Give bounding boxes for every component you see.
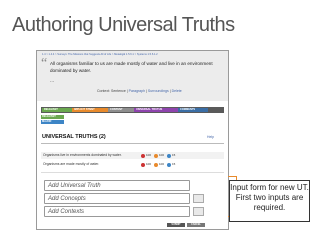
truth-text: Organisms are made mostly of water.: [43, 162, 100, 166]
vote-count: 15: [172, 153, 176, 157]
vote-red-icon[interactable]: [141, 162, 145, 167]
panel-rule: [41, 143, 224, 144]
vote-count: 100: [159, 162, 165, 166]
subtab-relevant[interactable]: RELEVANT: [41, 115, 64, 119]
universal-truth-placeholder: Add Universal Truth: [48, 183, 101, 189]
link-delete[interactable]: Delete: [172, 89, 182, 93]
tab-universal-truths[interactable]: UNIVERSAL TRUTHS: [134, 108, 178, 112]
contexts-placeholder: Add Contexts: [48, 209, 85, 215]
panel-title: UNIVERSAL TRUTHS (2): [42, 134, 106, 140]
universal-truth-input[interactable]: Add Universal Truth: [44, 180, 190, 191]
vote-count: 100: [146, 162, 152, 166]
vote-orange-icon[interactable]: [154, 153, 158, 158]
tab-comments[interactable]: COMMENTS: [178, 108, 208, 112]
breadcrumb[interactable]: 1.4 > 1.4.4 > Surveys: The Missions that…: [42, 53, 158, 56]
callout-note: Input form for new UT. First two inputs …: [229, 180, 310, 222]
quote-icon: “: [41, 56, 48, 71]
cancel-button[interactable]: CANCEL: [187, 223, 205, 227]
subtab-major[interactable]: MAJOR: [41, 120, 64, 124]
submit-button[interactable]: SUBMIT: [167, 223, 185, 227]
concepts-input[interactable]: Add Concepts: [44, 193, 190, 204]
truth-row[interactable]: Organisms live in environments dominated…: [41, 152, 224, 159]
tab-content[interactable]: CONTENT: [108, 108, 134, 112]
tab-relevant[interactable]: RELEVANT: [42, 108, 72, 112]
concepts-placeholder: Add Concepts: [48, 196, 86, 202]
vote-orange-icon[interactable]: [154, 162, 158, 167]
contexts-input[interactable]: Add Contexts: [44, 206, 190, 217]
ellipsis: ...: [50, 78, 55, 84]
vote-count: 100: [159, 153, 165, 157]
vote-blue-icon[interactable]: [167, 162, 171, 167]
context-meta: Context: Sentence | Paragraph | Surround…: [97, 89, 182, 93]
form-rule: [41, 172, 224, 173]
bracket-top-line: [228, 176, 236, 177]
vote-red-icon[interactable]: [141, 153, 145, 158]
truth-text: Organisms live in environments dominated…: [43, 153, 122, 157]
vote-blue-icon[interactable]: [167, 153, 171, 158]
statement-text: All organisms familiar to us are made mo…: [50, 61, 213, 73]
contexts-picker-button[interactable]: [193, 207, 204, 216]
slide-title: Authoring Universal Truths: [12, 14, 235, 36]
truth-row[interactable]: Organisms are made mostly of water. 100 …: [41, 161, 224, 168]
concepts-picker-button[interactable]: [193, 194, 204, 203]
tab-bar: RELEVANT IMPLICIT STMNT CONTENT UNIVERSA…: [41, 107, 224, 113]
link-paragraph[interactable]: Paragraph: [129, 89, 145, 93]
link-surroundings[interactable]: Surroundings: [148, 89, 169, 93]
meta-prefix: Context: Sentence |: [97, 89, 128, 93]
statement-area: 1.4 > 1.4.4 > Surveys: The Missions that…: [37, 51, 228, 101]
help-link[interactable]: Help: [207, 135, 214, 139]
tab-implicit[interactable]: IMPLICIT STMNT: [72, 108, 108, 112]
vote-count: 100: [146, 153, 152, 157]
screenshot-panel: 1.4 > 1.4.4 > Surveys: The Missions that…: [36, 50, 229, 230]
vote-count: 15: [172, 162, 176, 166]
